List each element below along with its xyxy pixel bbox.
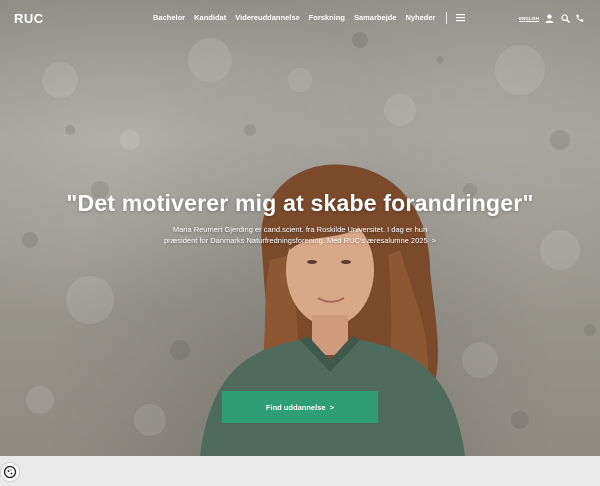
find-education-button[interactable]: Find uddannelse > — [222, 391, 378, 423]
hero-subtext-line1: Maria Reumert Gjerding er cand.scient. f… — [172, 225, 428, 234]
nav-bachelor[interactable]: Bachelor — [153, 13, 185, 22]
nav-divider — [446, 12, 447, 24]
find-education-label: Find uddannelse > — [265, 402, 335, 412]
phone-icon[interactable] — [575, 14, 584, 23]
nav-nyheder[interactable]: Nyheder — [405, 13, 435, 22]
nav-kandidat[interactable]: Kandidat — [194, 13, 226, 22]
nav-forskning[interactable]: Forskning — [309, 13, 345, 22]
cookie-icon — [3, 465, 17, 479]
nav-videreuddannelse[interactable]: Videreuddannelse — [235, 13, 299, 22]
nav-samarbejde[interactable]: Samarbejde — [354, 13, 397, 22]
hero-subtext-line2: præsident for Danmarks Naturfredningsfor… — [163, 236, 428, 245]
hero-banner: RUC Bachelor Kandidat Videreuddannelse F… — [0, 0, 600, 456]
search-icon[interactable] — [561, 14, 570, 23]
user-icon[interactable] — [545, 14, 554, 23]
menu-icon[interactable] — [456, 13, 465, 22]
english-link[interactable]: ENGLISH — [519, 16, 539, 21]
main-nav: Bachelor Kandidat Videreuddannelse Forsk… — [153, 13, 444, 22]
arrow-right-icon: > — [431, 236, 437, 245]
ruc-logo[interactable]: RUC — [14, 11, 44, 26]
hero-headline: "Det motiverer mig at skabe forandringer… — [66, 190, 534, 216]
bottom-bar — [0, 456, 600, 480]
hero-subtext[interactable]: Maria Reumert Gjerding er cand.scient. f… — [140, 224, 460, 246]
cookie-settings-icon[interactable] — [0, 462, 20, 482]
